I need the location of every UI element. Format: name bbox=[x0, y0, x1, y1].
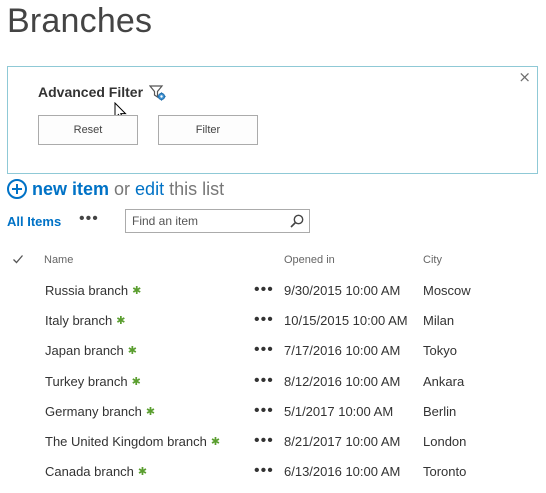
item-opened-in: 6/13/2016 10:00 AM bbox=[284, 464, 401, 480]
column-header-name[interactable]: Name bbox=[44, 254, 73, 266]
search-input[interactable] bbox=[126, 210, 276, 232]
item-name-link[interactable]: Italy branch bbox=[45, 313, 112, 328]
column-header-opened-in[interactable]: Opened in bbox=[284, 254, 335, 266]
edit-list-link[interactable]: edit bbox=[135, 179, 164, 200]
item-name: Canada branch ✱ bbox=[45, 464, 147, 479]
checkmark-icon[interactable] bbox=[12, 253, 24, 265]
new-item-icon: ✱ bbox=[132, 285, 142, 297]
item-opened-in: 9/30/2015 10:00 AM bbox=[284, 283, 401, 298]
this-list-text: this list bbox=[169, 178, 225, 199]
item-opened-in: 8/12/2016 10:00 AM bbox=[284, 373, 401, 389]
new-item-icon: ✱ bbox=[210, 435, 221, 448]
item-name: Russia branch ✱ bbox=[45, 283, 141, 298]
item-name-link[interactable]: Russia branch bbox=[45, 283, 128, 298]
item-name: Japan branch ✱ bbox=[45, 343, 137, 358]
plus-circle-icon[interactable] bbox=[7, 179, 27, 199]
item-name-link[interactable]: Japan branch bbox=[45, 343, 124, 358]
item-more-button[interactable]: ••• bbox=[254, 281, 274, 299]
or-text: or bbox=[114, 178, 131, 199]
reset-button[interactable]: Reset bbox=[38, 115, 138, 145]
column-header-city[interactable]: City bbox=[423, 254, 442, 266]
view-more-button[interactable]: ••• bbox=[79, 210, 99, 228]
list-item[interactable]: Germany branch ✱ ••• 5/1/2017 10:00 AM Be… bbox=[0, 397, 546, 427]
item-opened-in: 8/21/2017 10:00 AM bbox=[284, 433, 401, 449]
item-city: Milan bbox=[423, 313, 455, 329]
item-name-link[interactable]: Germany branch bbox=[45, 404, 142, 419]
filter-button[interactable]: Filter bbox=[158, 115, 258, 145]
item-city: Toronto bbox=[423, 464, 467, 480]
search-icon[interactable] bbox=[290, 214, 304, 228]
list-item[interactable]: Turkey branch ✱ ••• 8/12/2016 10:00 AM An… bbox=[0, 367, 546, 397]
new-item-icon: ✱ bbox=[145, 405, 156, 418]
item-more-button[interactable]: ••• bbox=[254, 341, 274, 359]
item-name: Italy branch ✱ bbox=[45, 313, 125, 328]
list-item[interactable]: Canada branch ✱ ••• 6/13/2016 10:00 AM To… bbox=[0, 457, 546, 487]
item-name-link[interactable]: Turkey branch bbox=[45, 374, 128, 389]
item-more-button[interactable]: ••• bbox=[254, 372, 274, 390]
advanced-filter-title: Advanced Filter bbox=[38, 84, 144, 100]
item-more-button[interactable]: ••• bbox=[254, 311, 274, 329]
item-name: Turkey branch ✱ bbox=[45, 374, 141, 389]
item-more-button[interactable]: ••• bbox=[254, 402, 274, 420]
item-opened-in: 10/15/2015 10:00 AM bbox=[284, 313, 408, 329]
advanced-filter-panel: Advanced Filter × Reset Filter bbox=[7, 66, 538, 174]
item-city: Moscow bbox=[423, 283, 471, 298]
item-more-button[interactable]: ••• bbox=[254, 462, 274, 480]
view-all-items-tab[interactable]: All Items bbox=[7, 214, 61, 229]
item-opened-in: 5/1/2017 10:00 AM bbox=[284, 403, 394, 419]
new-item-icon: ✱ bbox=[116, 315, 126, 328]
list-item[interactable]: The United Kingdom branch ✱ ••• 8/21/2017… bbox=[0, 427, 546, 457]
list-item[interactable]: Russia branch ✱ ••• 9/30/2015 10:00 AM Mo… bbox=[0, 276, 546, 306]
item-city: Ankara bbox=[423, 373, 465, 389]
item-city: Tokyo bbox=[423, 343, 457, 359]
view-bar: All Items ••• bbox=[7, 208, 527, 234]
item-name: Germany branch ✱ bbox=[45, 404, 155, 419]
items-list: Name Opened in City Russia branch ✱ ••• 9… bbox=[0, 244, 546, 487]
item-name: The United Kingdom branch ✱ bbox=[45, 434, 220, 449]
list-item[interactable]: Japan branch ✱ ••• 7/17/2016 10:00 AM Tok… bbox=[0, 336, 546, 366]
new-item-icon: ✱ bbox=[127, 345, 137, 358]
new-item-command-bar: new item or edit this list bbox=[7, 177, 224, 201]
item-city: Berlin bbox=[423, 403, 457, 419]
filter-gear-icon[interactable] bbox=[149, 84, 167, 102]
search-box bbox=[125, 209, 310, 233]
close-icon[interactable]: × bbox=[518, 70, 531, 85]
list-header: Name Opened in City bbox=[0, 244, 546, 276]
list-item[interactable]: Italy branch ✱ ••• 10/15/2015 10:00 AM Mi… bbox=[0, 306, 546, 336]
new-item-link[interactable]: new item bbox=[32, 179, 109, 200]
item-opened-in: 7/17/2016 10:00 AM bbox=[284, 343, 401, 359]
item-name-link[interactable]: The United Kingdom branch bbox=[45, 434, 207, 449]
new-item-icon: ✱ bbox=[137, 466, 148, 479]
new-item-icon: ✱ bbox=[131, 375, 141, 388]
item-more-button[interactable]: ••• bbox=[254, 432, 274, 450]
item-name-link[interactable]: Canada branch bbox=[45, 464, 134, 479]
page-title: Branches bbox=[7, 2, 153, 40]
item-city: London bbox=[423, 433, 467, 449]
